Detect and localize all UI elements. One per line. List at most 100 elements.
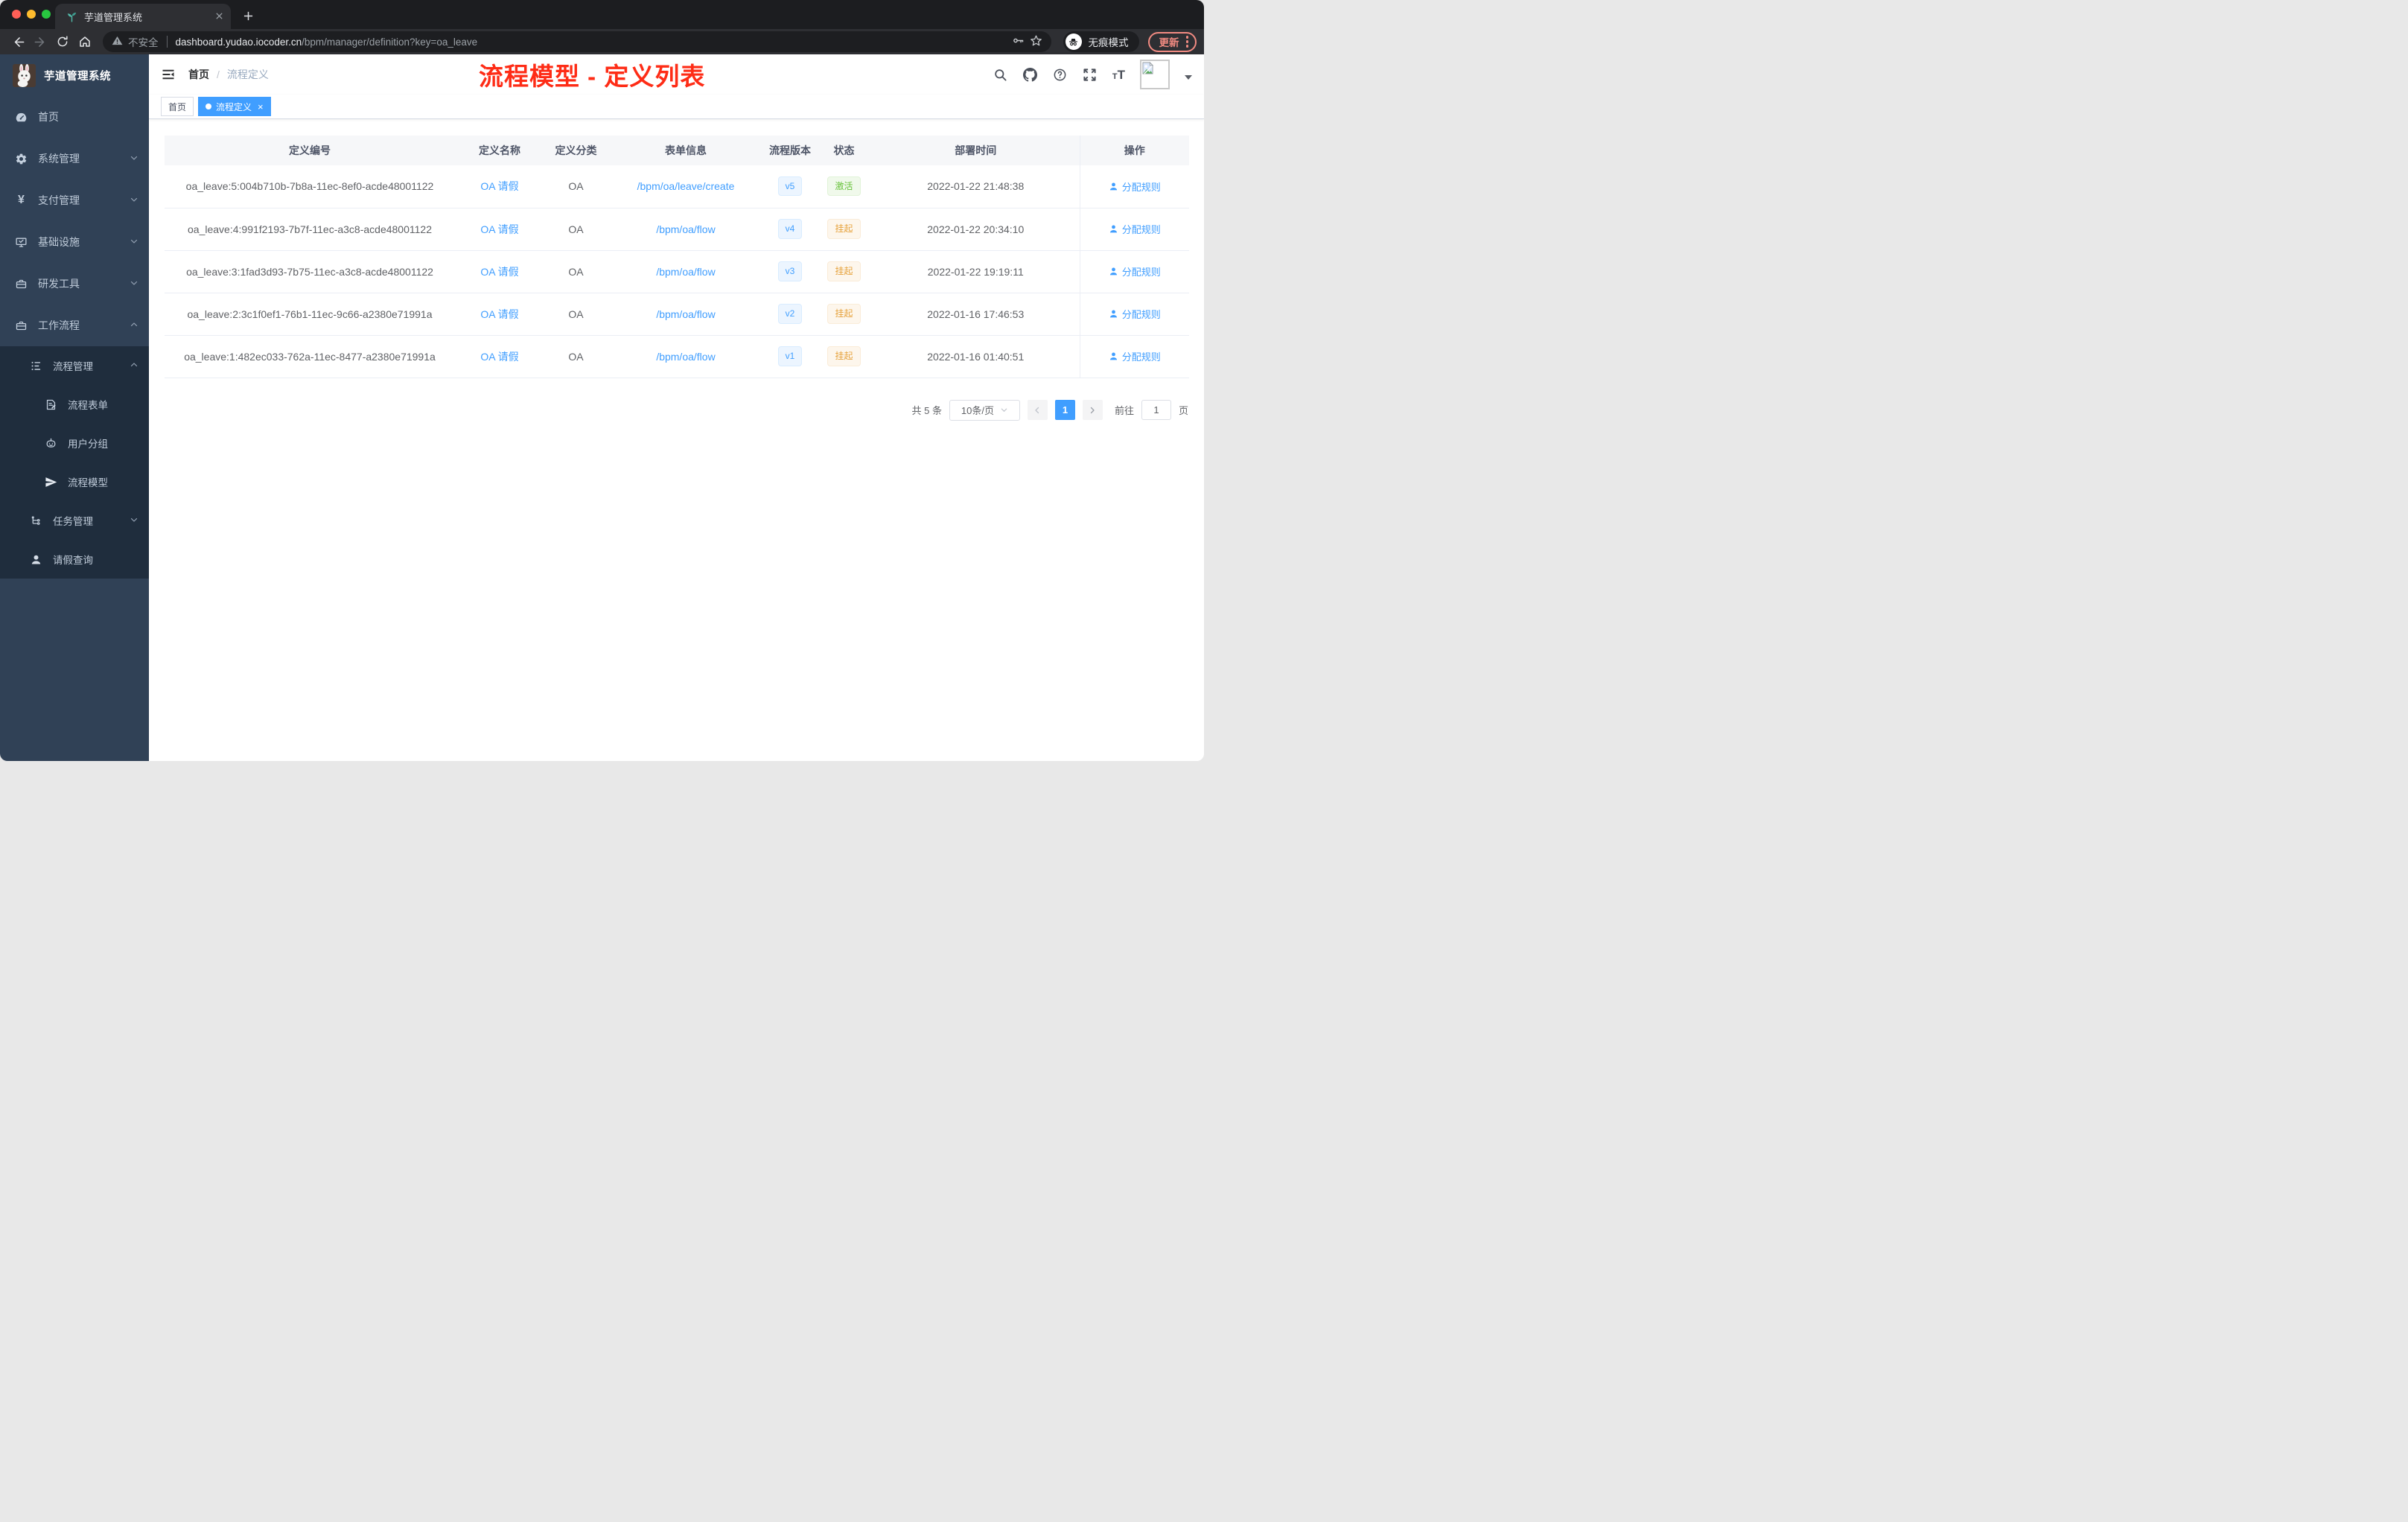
cell-deploy-time: 2022-01-16 17:46:53 [872,293,1080,336]
back-button[interactable] [7,31,28,52]
form-info-link[interactable]: /bpm/oa/flow [656,223,715,235]
sidebar-item-task-management[interactable]: 任务管理 [0,501,149,540]
form-info-link[interactable]: /bpm/oa/flow [656,266,715,278]
cell-category: OA [544,165,608,208]
url-separator [166,36,168,48]
chevron-down-icon [130,515,138,526]
cell-category: OA [544,250,608,293]
version-badge: v2 [777,304,803,324]
definition-name-link[interactable]: OA 请假 [480,308,518,320]
url-text: dashboard.yudao.iocoder.cn/bpm/manager/d… [175,36,478,48]
col-header-status: 状态 [816,136,872,165]
pagination: 共 5 条 10条/页 1 前往 页 [165,399,1188,421]
form-info-link[interactable]: /bpm/oa/leave/create [637,180,735,192]
sidebar-item-system[interactable]: 系统管理 [0,138,149,179]
chrome-update-button[interactable]: 更新 [1147,31,1197,52]
sidebar-item-process-model[interactable]: 流程模型 [0,462,149,501]
tag-home[interactable]: 首页 [161,97,194,116]
definition-name-link[interactable]: OA 请假 [480,351,518,363]
cell-definition-id: oa_leave:3:1fad3d93-7b75-11ec-a3c8-acde4… [165,250,455,293]
assign-rule-link[interactable]: 分配规则 [1109,264,1161,278]
user-icon [1109,182,1117,191]
status-badge: 挂起 [827,261,861,281]
list-tree-icon [30,360,42,372]
sidebar-item-process-management[interactable]: 流程管理 [0,346,149,385]
bookmark-star-icon[interactable] [1030,34,1042,49]
home-button[interactable] [74,31,95,52]
chrome-menu-icon[interactable] [1185,36,1188,48]
prev-page-button[interactable] [1027,400,1048,420]
page-annotation: 流程模型 - 定义列表 [479,63,706,90]
tab-close-icon[interactable] [215,11,223,22]
toolbox-icon [15,278,28,290]
cell-category: OA [544,208,608,251]
definition-name-link[interactable]: OA 请假 [480,223,518,235]
breadcrumb-current: 流程定义 [226,69,269,80]
breadcrumb-home[interactable]: 首页 [188,67,209,82]
new-tab-button[interactable] [238,6,258,25]
next-page-button[interactable] [1082,400,1103,420]
search-icon[interactable] [993,67,1008,82]
col-header-form-info: 表单信息 [608,136,764,165]
tag-close-icon[interactable]: × [256,102,264,112]
assign-rule-link[interactable]: 分配规则 [1109,349,1161,363]
assign-rule-link[interactable]: 分配规则 [1109,222,1161,236]
version-badge: v3 [777,261,803,281]
forward-button[interactable] [30,31,51,52]
col-header-definition-name: 定义名称 [455,136,544,165]
incognito-label: 无痕模式 [1088,37,1129,48]
font-size-icon[interactable]: TT [1112,69,1125,81]
definition-name-link[interactable]: OA 请假 [480,266,518,278]
hamburger-icon[interactable] [161,67,176,82]
close-window-button[interactable] [12,10,21,19]
password-key-icon[interactable] [1012,34,1025,49]
paper-plane-icon [45,476,57,488]
sidebar-item-dev-tools[interactable]: 研发工具 [0,263,149,305]
assign-rule-link[interactable]: 分配规则 [1109,179,1161,194]
user-icon [30,553,42,566]
reload-button[interactable] [52,31,73,52]
version-badge: v1 [777,346,803,366]
fullscreen-icon[interactable] [1083,67,1098,82]
minimize-window-button[interactable] [27,10,36,19]
sidebar-item-payment[interactable]: ¥ 支付管理 [0,179,149,221]
page-1-button[interactable]: 1 [1054,400,1075,420]
avatar[interactable] [1140,60,1170,89]
avatar-caret-icon[interactable] [1185,74,1192,83]
maximize-window-button[interactable] [42,10,51,19]
status-badge: 挂起 [827,304,861,324]
definition-name-link[interactable]: OA 请假 [480,180,518,192]
chevron-left-icon [1035,407,1039,413]
form-icon [45,398,57,411]
assign-rule-link[interactable]: 分配规则 [1109,307,1161,321]
cell-category: OA [544,293,608,336]
sidebar-item-process-form[interactable]: 流程表单 [0,385,149,424]
table-row: oa_leave:5:004b710b-7b8a-11ec-8ef0-acde4… [165,165,1189,208]
version-badge: v4 [777,219,803,239]
form-info-link[interactable]: /bpm/oa/flow [656,351,715,363]
github-icon[interactable] [1023,67,1038,82]
goto-page-input[interactable] [1141,400,1171,420]
workflow-submenu: 流程管理 流程表单 用户分组 流程模型 任务管理 请假查询 [0,346,149,579]
sidebar-item-infrastructure[interactable]: 基础设施 [0,221,149,263]
sidebar-logo[interactable]: 芋道管理系统 [0,54,149,96]
sidebar-item-user-group[interactable]: 用户分组 [0,424,149,462]
sidebar-item-workflow[interactable]: 工作流程 [0,305,149,346]
incognito-icon [1065,34,1082,50]
tree-icon [30,515,42,527]
security-label[interactable]: 不安全 [128,34,159,49]
help-icon[interactable] [1053,67,1068,82]
address-bar[interactable]: 不安全 dashboard.yudao.iocoder.cn/bpm/manag… [103,31,1051,52]
tags-view: 首页 流程定义 × [149,95,1204,119]
form-info-link[interactable]: /bpm/oa/flow [656,308,715,320]
pagination-total: 共 5 条 [911,405,942,416]
page-size-select[interactable]: 10条/页 [949,399,1020,421]
tag-process-definition[interactable]: 流程定义 × [198,97,271,116]
breadcrumb-separator: / [217,69,220,80]
user-icon [1109,310,1117,318]
yen-icon: ¥ [18,194,25,206]
browser-tab[interactable]: 芋道管理系统 [55,4,231,29]
table-row: oa_leave:4:991f2193-7b7f-11ec-a3c8-acde4… [165,208,1189,251]
sidebar-item-leave-query[interactable]: 请假查询 [0,540,149,579]
sidebar-item-home[interactable]: 首页 [0,96,149,138]
